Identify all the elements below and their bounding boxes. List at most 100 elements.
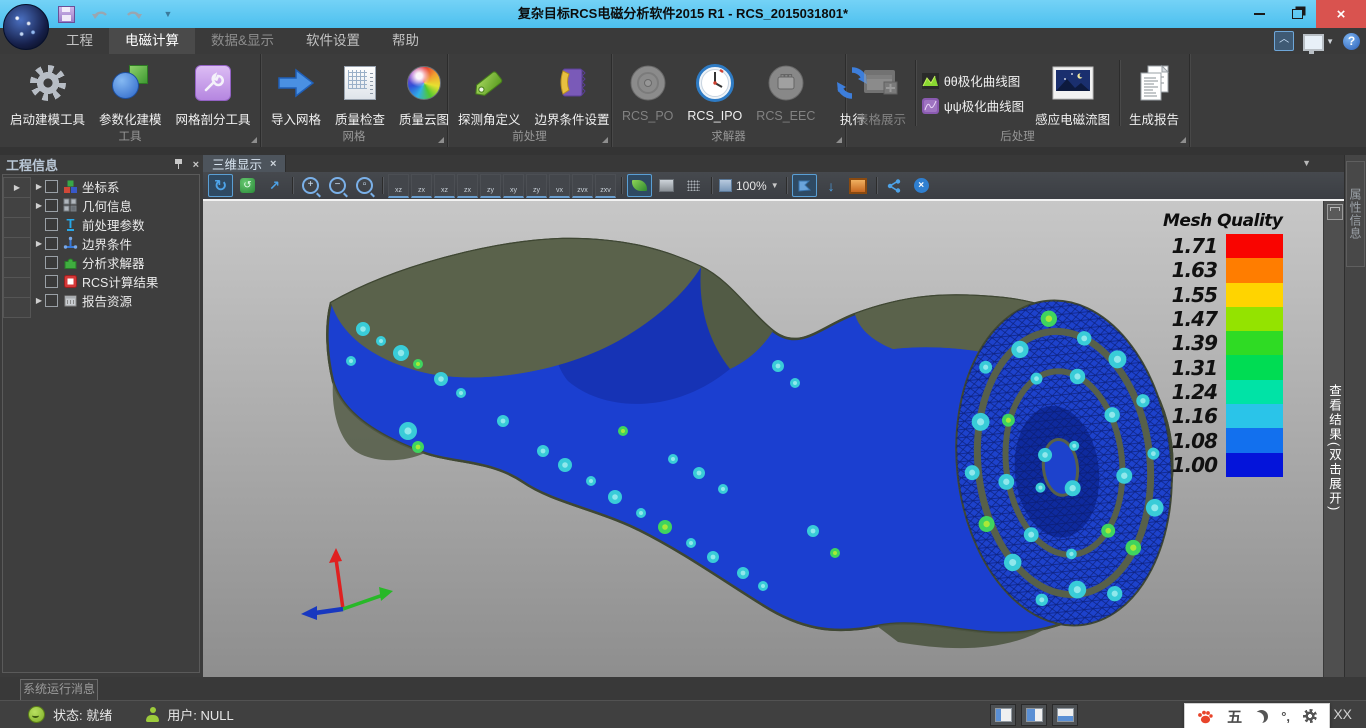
result-tab-strip: 查看结果(双击展开) bbox=[1323, 201, 1345, 677]
tab-close-icon[interactable]: × bbox=[270, 158, 276, 170]
close-view-button[interactable]: × bbox=[909, 174, 934, 197]
export-down-button[interactable]: ↓ bbox=[819, 174, 844, 197]
tree-gutter-cell[interactable] bbox=[3, 278, 31, 298]
tree-checkbox[interactable] bbox=[45, 218, 58, 231]
group-dialog-launcher[interactable] bbox=[836, 137, 842, 143]
tree-gutter-cell[interactable] bbox=[3, 258, 31, 278]
panel-close-button[interactable]: × bbox=[193, 159, 199, 171]
menu-tab-5[interactable]: 帮助 bbox=[376, 28, 435, 54]
expander-icon[interactable]: ▶ bbox=[33, 182, 45, 191]
view-orientation-button-5[interactable]: zy bbox=[480, 174, 501, 198]
zoom-out-button[interactable]: − bbox=[325, 174, 350, 197]
scale-square-icon bbox=[719, 179, 732, 192]
ime-settings-icon[interactable] bbox=[1303, 709, 1317, 723]
capture-view-button[interactable] bbox=[792, 174, 817, 197]
ime-mode-label[interactable]: 五 bbox=[1227, 706, 1242, 727]
view-orientation-button-2[interactable]: zx bbox=[411, 174, 432, 198]
restore-button[interactable] bbox=[1278, 0, 1316, 28]
group-dialog-launcher[interactable] bbox=[251, 137, 257, 143]
layout-split-button[interactable] bbox=[1021, 704, 1047, 726]
orbit-tool-button[interactable]: ↺ bbox=[235, 174, 260, 197]
view-orientation-button-6[interactable]: xy bbox=[503, 174, 524, 198]
ribbon-button[interactable]: 导入网格 bbox=[264, 56, 328, 130]
tree-gutter-cell[interactable]: ▶ bbox=[3, 177, 31, 198]
tree-gutter-cell[interactable] bbox=[3, 218, 31, 238]
help-button[interactable]: ? bbox=[1343, 33, 1360, 50]
tree-item-6[interactable]: RCS计算结果 bbox=[33, 272, 198, 291]
view-results-tab[interactable]: 查看结果(双击展开) bbox=[1325, 220, 1344, 677]
tab-3d-display[interactable]: 三维显示 × bbox=[203, 155, 286, 172]
ribbon-button[interactable]: 感应电磁流图 bbox=[1028, 56, 1117, 130]
ribbon-button[interactable]: 启动建模工具 bbox=[3, 56, 92, 130]
rotate-tool-button[interactable]: ↻ bbox=[208, 174, 233, 197]
tree-checkbox[interactable] bbox=[45, 180, 58, 193]
ime-punct-label[interactable]: °, bbox=[1281, 709, 1290, 724]
view-orientation-button-3[interactable]: xz bbox=[434, 174, 455, 198]
zoom-in-button[interactable]: + bbox=[298, 174, 323, 197]
view-orientation-button-10[interactable]: zxv bbox=[595, 174, 616, 198]
tree-gutter-cell[interactable] bbox=[3, 238, 31, 258]
property-info-tab[interactable]: 属性信息 bbox=[1346, 161, 1365, 267]
zoom-scale-select[interactable]: 100% ▼ bbox=[716, 175, 782, 196]
tree-checkbox[interactable] bbox=[45, 237, 58, 250]
grid-mode-button[interactable] bbox=[681, 174, 706, 197]
flow-display-button[interactable] bbox=[882, 174, 907, 197]
ribbon-button[interactable]: RCS_IPO bbox=[680, 56, 749, 130]
close-button[interactable]: × bbox=[1316, 0, 1366, 28]
expander-icon[interactable]: ▶ bbox=[33, 296, 45, 305]
group-dialog-launcher[interactable] bbox=[438, 137, 444, 143]
ime-moon-icon[interactable] bbox=[1255, 710, 1268, 723]
ribbon-button[interactable]: 探测角定义 bbox=[451, 56, 528, 130]
ribbon-button[interactable]: 质量云图 bbox=[392, 56, 456, 130]
menu-tab-1[interactable]: 工程 bbox=[50, 28, 109, 54]
view-orientation-button-1[interactable]: xz bbox=[388, 174, 409, 198]
zoom-window-button[interactable]: ▫ bbox=[352, 174, 377, 197]
ribbon-button[interactable]: 质量检查 bbox=[328, 56, 392, 130]
ribbon-button[interactable]: 参数化建模 bbox=[92, 56, 169, 130]
system-message-tab[interactable]: 系统运行消息 bbox=[20, 679, 98, 700]
view-orientation-button-9[interactable]: zvx bbox=[572, 174, 593, 198]
tree-item-3[interactable]: T前处理参数 bbox=[33, 215, 198, 234]
ribbon-button[interactable]: 生成报告 bbox=[1122, 56, 1186, 130]
collapse-ribbon-button[interactable]: ︿ bbox=[1274, 31, 1294, 51]
group-dialog-launcher[interactable] bbox=[602, 137, 608, 143]
pan-tool-button[interactable]: ↗ bbox=[262, 174, 287, 197]
tree-item-7[interactable]: ▶报告资源 bbox=[33, 291, 198, 310]
tree-item-1[interactable]: ▶坐标系 bbox=[33, 177, 198, 196]
pin-button[interactable] bbox=[174, 158, 183, 172]
layout-left-button[interactable] bbox=[990, 704, 1016, 726]
legend-color-cell bbox=[1226, 258, 1283, 282]
layout-bottom-button[interactable] bbox=[1052, 704, 1078, 726]
menu-tab-3[interactable]: 数据&显示 bbox=[195, 28, 290, 54]
tree-checkbox[interactable] bbox=[45, 294, 58, 307]
expander-icon[interactable]: ▶ bbox=[33, 201, 45, 210]
tree-checkbox[interactable] bbox=[45, 256, 58, 269]
tree-item-4[interactable]: ▶边界条件 bbox=[33, 234, 198, 253]
shaded-mode-button[interactable] bbox=[627, 174, 652, 197]
menu-tab-2[interactable]: 电磁计算 bbox=[109, 28, 195, 54]
snapshot-button[interactable] bbox=[846, 174, 871, 197]
ribbon-button[interactable]: 网格剖分工具 bbox=[169, 56, 258, 130]
render-canvas[interactable]: Mesh Quality 1.711.631.551.471.391.311.2… bbox=[203, 201, 1345, 677]
flat-mode-button[interactable] bbox=[654, 174, 679, 197]
view-orientation-button-8[interactable]: vx bbox=[549, 174, 570, 198]
minimize-button[interactable] bbox=[1240, 0, 1278, 28]
result-strip-button[interactable] bbox=[1327, 204, 1343, 220]
ribbon-button-small[interactable]: ψψ极化曲线图 bbox=[922, 96, 1024, 115]
tree-gutter-cell[interactable] bbox=[3, 298, 31, 318]
tree-checkbox[interactable] bbox=[45, 199, 58, 212]
view-orientation-button-7[interactable]: zy bbox=[526, 174, 547, 198]
tree-checkbox[interactable] bbox=[45, 275, 58, 288]
view-orientation-button-4[interactable]: zx bbox=[457, 174, 478, 198]
group-dialog-launcher[interactable] bbox=[1180, 137, 1186, 143]
menu-tab-4[interactable]: 软件设置 bbox=[290, 28, 376, 54]
tree-gutter-cell[interactable] bbox=[3, 198, 31, 218]
ribbon-button[interactable]: 边界条件设置 bbox=[528, 56, 617, 130]
style-switcher-button[interactable]: ▼ bbox=[1303, 32, 1334, 51]
ribbon-button-small[interactable]: θθ极化曲线图 bbox=[922, 71, 1024, 90]
ime-toolbar[interactable]: 五 °, bbox=[1184, 703, 1330, 728]
tree-item-2[interactable]: ▶几何信息 bbox=[33, 196, 198, 215]
tree-item-5[interactable]: 分析求解器 bbox=[33, 253, 198, 272]
tab-list-dropdown[interactable]: ▼ bbox=[1302, 158, 1311, 168]
expander-icon[interactable]: ▶ bbox=[33, 239, 45, 248]
